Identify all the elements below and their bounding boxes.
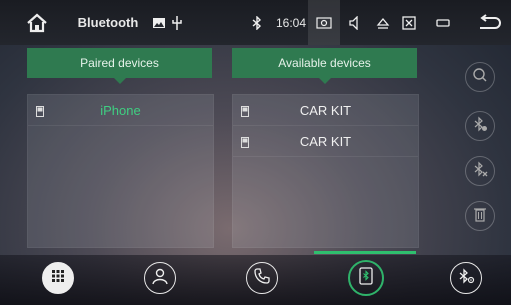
home-icon[interactable] — [22, 0, 52, 45]
bluetooth-screen: Bluetooth 16:04 Paired devices iPhone Av… — [0, 0, 511, 305]
available-devices-list: CAR KIT CAR KIT — [232, 94, 419, 248]
contacts-icon — [151, 267, 169, 290]
usb-icon — [170, 0, 184, 45]
call-button[interactable] — [246, 262, 278, 294]
list-item[interactable]: CAR KIT — [233, 95, 418, 126]
phone-call-icon — [254, 267, 270, 289]
apps-grid-icon — [51, 269, 65, 288]
contacts-button[interactable] — [144, 262, 176, 294]
search-button[interactable] — [465, 62, 495, 92]
bluetooth-disconnect-icon — [472, 116, 488, 137]
delete-button[interactable] — [465, 201, 495, 231]
list-item[interactable]: iPhone — [28, 95, 213, 126]
search-icon — [472, 67, 488, 88]
clock: 16:04 — [275, 15, 307, 30]
paired-devices-header: Paired devices — [27, 48, 212, 84]
bluetooth-devices-button[interactable] — [348, 260, 384, 296]
back-icon[interactable] — [474, 0, 504, 45]
bluetooth-icon — [250, 0, 264, 45]
device-name: iPhone — [100, 102, 141, 118]
paired-devices-list: iPhone — [27, 94, 214, 248]
device-name: CAR KIT — [299, 133, 352, 149]
active-tab-indicator — [314, 251, 416, 254]
status-bar: Bluetooth 16:04 — [0, 0, 511, 45]
phone-icon — [36, 104, 44, 122]
bluetooth-devices-icon — [359, 266, 373, 290]
screenshot-icon[interactable] — [308, 0, 340, 45]
eject-icon[interactable] — [372, 0, 394, 45]
app-title: Bluetooth — [77, 15, 139, 30]
bluetooth-settings-icon — [457, 267, 475, 290]
apps-button[interactable] — [42, 262, 74, 294]
bluetooth-remove-icon — [472, 161, 488, 182]
bluetooth-remove-button[interactable] — [465, 156, 495, 186]
list-item[interactable]: CAR KIT — [233, 126, 418, 157]
available-devices-header: Available devices — [232, 48, 417, 84]
close-box-icon[interactable] — [398, 0, 420, 45]
gallery-icon — [152, 0, 166, 45]
phone-icon — [241, 104, 249, 122]
bluetooth-disconnect-button[interactable] — [465, 111, 495, 141]
device-name: CAR KIT — [299, 102, 352, 118]
volume-icon[interactable] — [344, 0, 366, 45]
phone-icon — [241, 135, 249, 153]
minimize-icon[interactable] — [432, 0, 454, 45]
bluetooth-settings-button[interactable] — [450, 262, 482, 294]
trash-icon — [473, 206, 487, 227]
